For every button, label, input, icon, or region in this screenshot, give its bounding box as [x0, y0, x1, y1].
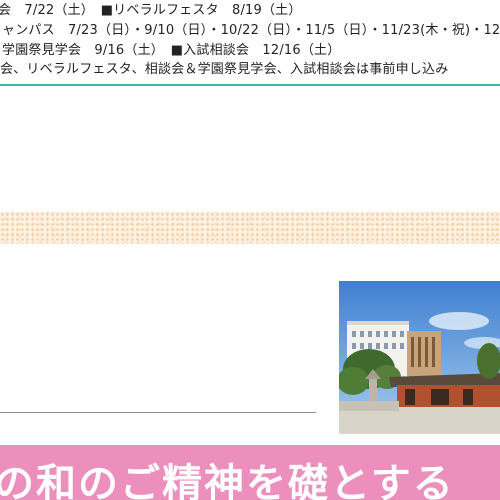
content-divider — [0, 412, 316, 413]
registration-note: 会、リベラルフェスタ、相談会＆学園祭見学会、入試相談会は事前申し込み — [0, 62, 449, 77]
decorative-dotted-band — [0, 212, 500, 244]
campus-photo — [339, 281, 500, 434]
event-schedule-line-3: 学園祭見学会 9/16（土） ■入試相談会 12/16（土） — [2, 43, 341, 58]
section-divider — [0, 84, 500, 86]
event-schedule-line-1: 会 7/22（土） ■リベラルフェスタ 8/19（土） — [0, 3, 302, 18]
banner-headline: の和のご精神を礎とする — [0, 461, 455, 500]
event-schedule-line-2: ャンパス 7/23（日）・9/10（日）・10/22（日）・11/5（日）・11… — [2, 23, 500, 38]
headline-banner: の和のご精神を礎とする — [0, 445, 500, 500]
